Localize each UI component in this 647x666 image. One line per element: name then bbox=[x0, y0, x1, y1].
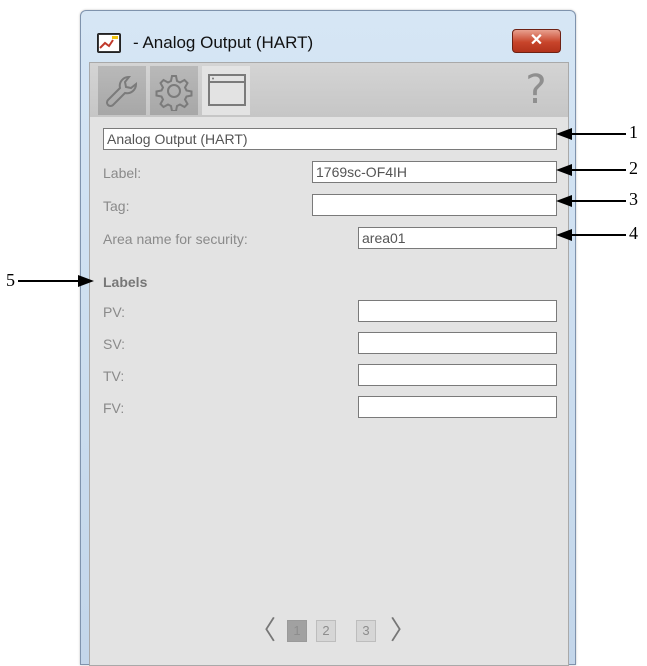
area-field-label: Area name for security: bbox=[103, 231, 248, 247]
title-bar: - Analog Output (HART) ✕ bbox=[81, 11, 575, 61]
next-page-button[interactable]: 〉 bbox=[390, 616, 416, 646]
callout-5-line bbox=[18, 280, 78, 282]
callout-5-arrowhead bbox=[78, 275, 94, 287]
wrench-icon bbox=[105, 75, 138, 108]
label-field[interactable]: 1769sc-OF4IH bbox=[312, 161, 557, 183]
tab-display[interactable] bbox=[202, 66, 250, 115]
description-field[interactable]: Analog Output (HART) bbox=[103, 128, 557, 150]
callout-3-line bbox=[570, 200, 626, 202]
tab-toolbar: ? bbox=[90, 63, 568, 117]
callout-2-line bbox=[570, 169, 626, 171]
callout-4-number: 4 bbox=[629, 223, 638, 243]
label-field-label: Label: bbox=[103, 165, 142, 181]
tv-label: TV: bbox=[103, 368, 125, 384]
faceplate-body: ? Analog Output (HART) Label: 1769sc-OF4… bbox=[89, 62, 569, 666]
labels-heading: Labels bbox=[103, 274, 148, 290]
callout-5-number: 5 bbox=[6, 270, 15, 290]
callout-4-line bbox=[570, 234, 626, 236]
prev-page-button[interactable]: 〈 bbox=[250, 616, 276, 646]
tag-field-label: Tag: bbox=[103, 198, 130, 214]
tag-field[interactable] bbox=[312, 194, 557, 216]
page-button-1[interactable]: 1 bbox=[287, 620, 307, 642]
window-icon bbox=[208, 74, 246, 106]
window-title: - Analog Output (HART) bbox=[133, 33, 314, 52]
callout-3-number: 3 bbox=[629, 189, 638, 209]
fv-label: FV: bbox=[103, 400, 125, 416]
tab-maintenance[interactable] bbox=[98, 66, 146, 115]
area-field[interactable]: area01 bbox=[358, 227, 557, 249]
pv-label: PV: bbox=[103, 304, 126, 320]
close-button[interactable]: ✕ bbox=[512, 29, 561, 53]
sv-field[interactable] bbox=[358, 332, 557, 354]
page-button-3[interactable]: 3 bbox=[356, 620, 376, 642]
tv-field[interactable] bbox=[358, 364, 557, 386]
pv-field[interactable] bbox=[358, 300, 557, 322]
tab-configuration[interactable] bbox=[150, 66, 198, 115]
page-button-2[interactable]: 2 bbox=[316, 620, 336, 642]
help-icon[interactable]: ? bbox=[518, 67, 554, 113]
gear-icon bbox=[155, 75, 193, 111]
callout-1-line bbox=[570, 133, 626, 135]
callout-2-number: 2 bbox=[629, 158, 638, 178]
sv-label: SV: bbox=[103, 336, 126, 352]
fv-field[interactable] bbox=[358, 396, 557, 418]
callout-1-number: 1 bbox=[629, 122, 638, 142]
app-icon bbox=[97, 33, 121, 53]
faceplate-window: - Analog Output (HART) ✕ ? Analog Output… bbox=[80, 10, 576, 666]
